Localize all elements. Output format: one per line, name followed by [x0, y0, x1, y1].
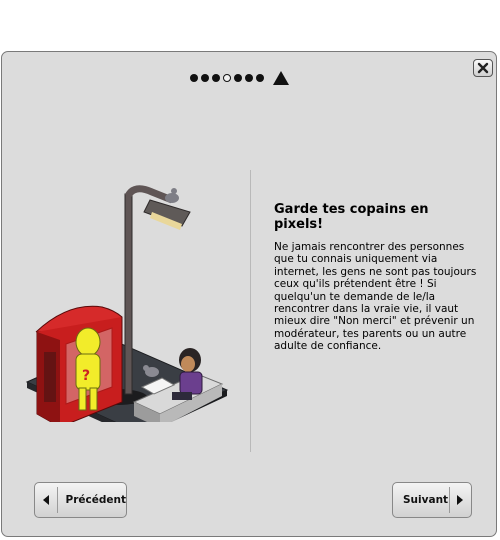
step-dot[interactable]	[234, 74, 242, 82]
tutorial-dialog: ? Garde tes copains en pixels! Ne jamais…	[1, 51, 497, 537]
tutorial-illustration: ?	[25, 185, 229, 422]
next-button[interactable]: Suivant	[392, 482, 472, 518]
triangle-icon	[273, 71, 289, 85]
step-dot[interactable]	[256, 74, 264, 82]
arrow-left-icon	[42, 495, 49, 505]
tutorial-body-text: Ne jamais rencontrer des personnes que t…	[274, 241, 477, 353]
previous-button[interactable]: Précédent	[34, 482, 127, 518]
previous-button-label: Précédent	[65, 494, 126, 506]
next-button-label: Suivant	[403, 494, 449, 506]
close-icon	[477, 62, 489, 74]
content-divider	[250, 170, 251, 452]
arrow-right-icon	[457, 495, 464, 505]
step-dot[interactable]	[212, 74, 220, 82]
step-indicator	[190, 70, 289, 86]
step-dot-current[interactable]	[223, 74, 231, 82]
step-dot[interactable]	[201, 74, 209, 82]
close-button[interactable]	[473, 59, 493, 77]
step-dot[interactable]	[245, 74, 253, 82]
step-dot[interactable]	[190, 74, 198, 82]
svg-text:?: ?	[82, 368, 90, 384]
tutorial-title: Garde tes copains en pixels!	[274, 202, 429, 232]
